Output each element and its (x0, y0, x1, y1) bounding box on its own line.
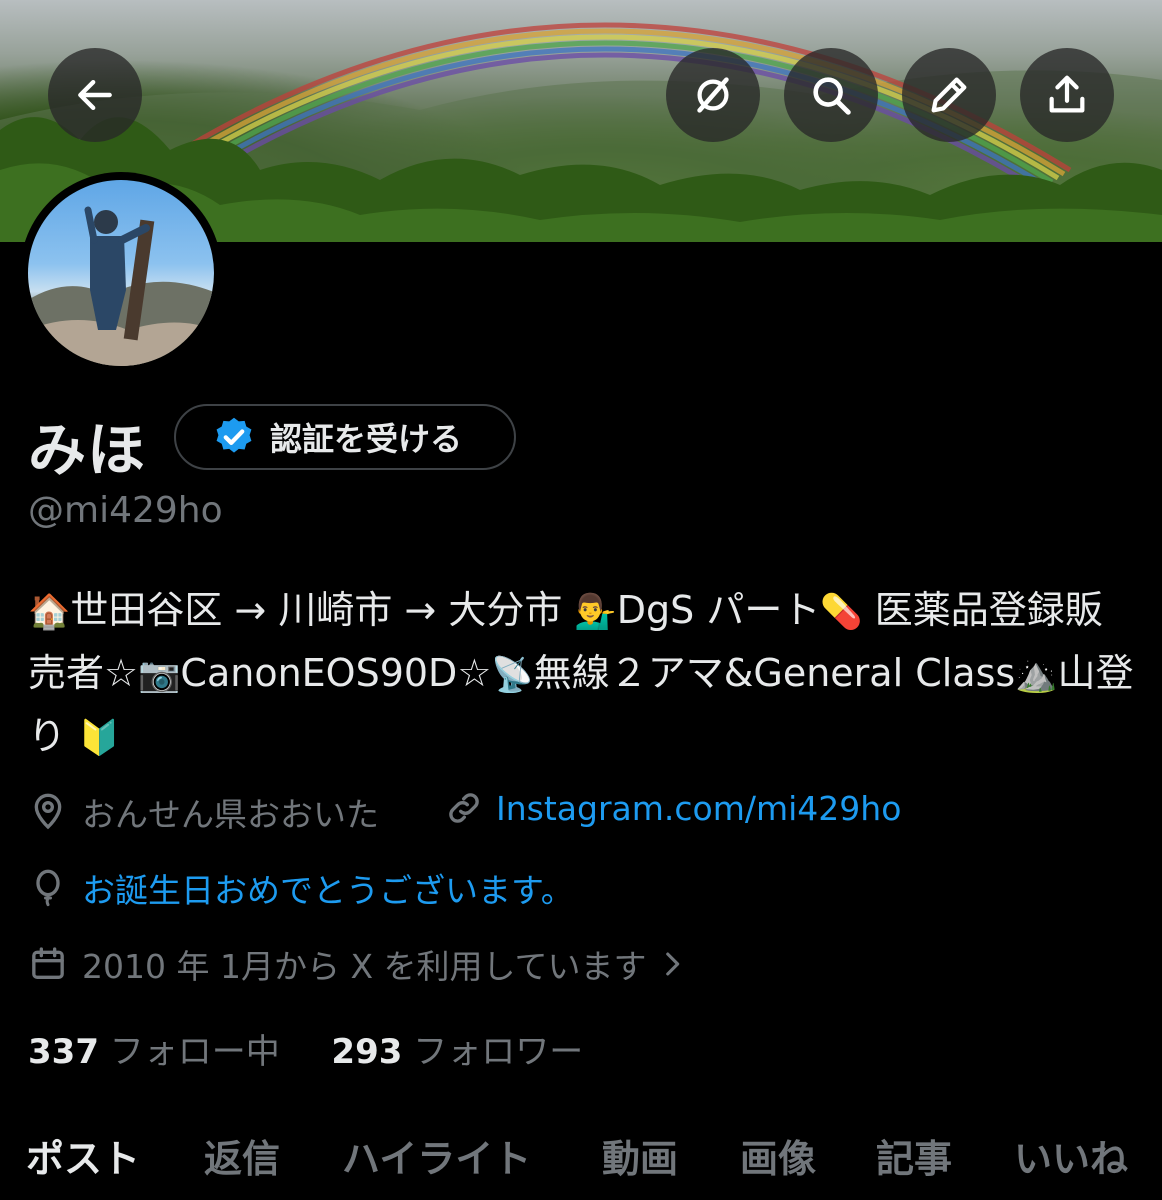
bio-text-4: CanonEOS90D☆ (180, 651, 492, 695)
follow-stats: 337 フォロー中 293 フォロワー (28, 1024, 583, 1073)
verified-badge-icon (216, 417, 252, 453)
followers-label: フォロワー (413, 1032, 584, 1072)
camera-emoji-icon: 📷 (138, 655, 181, 695)
bio-text-1: 世田谷区 → 川崎市 → 大分市 (70, 588, 575, 632)
birthday-row: お誕生日おめでとうございます。 (28, 864, 574, 912)
joined-row[interactable]: 2010 年 1月から X を利用しています (28, 940, 689, 988)
edit-button[interactable] (902, 48, 996, 142)
search-button[interactable] (784, 48, 878, 142)
profile-tabs: ポスト 返信 ハイライト 動画 画像 記事 いいね (0, 1128, 1162, 1188)
tab-images[interactable]: 画像 (740, 1128, 816, 1183)
tab-videos[interactable]: 動画 (602, 1128, 678, 1183)
profile-handle: @mi429ho (28, 490, 223, 531)
share-icon (1049, 75, 1085, 113)
tab-highlights[interactable]: ハイライト (342, 1128, 531, 1183)
arrow-left-icon (78, 79, 112, 111)
house-emoji-icon: 🏠 (28, 592, 71, 632)
search-icon (813, 77, 851, 115)
satellite-antenna-emoji-icon: 📡 (491, 655, 534, 695)
balloon-icon (36, 869, 60, 907)
followers-link[interactable]: 293 フォロワー (331, 1032, 583, 1072)
chevron-right-icon (665, 952, 679, 976)
avatar-image (28, 180, 214, 366)
website-row[interactable]: Instagram.com/mi429ho (444, 788, 901, 828)
tab-articles[interactable]: 記事 (876, 1128, 952, 1183)
following-link[interactable]: 337 フォロー中 (28, 1032, 280, 1072)
share-button[interactable] (1020, 48, 1114, 142)
back-button[interactable] (48, 48, 142, 142)
pencil-icon (931, 77, 967, 113)
location-text: おんせん県おおいた (82, 795, 379, 834)
bio-text-5: 無線２アマ&General Class (533, 651, 1016, 695)
pill-emoji-icon: 💊 (820, 592, 863, 632)
calendar-icon (32, 947, 64, 979)
bio-text-2: DgS パート (616, 588, 821, 632)
joined-text: 2010 年 1月から X を利用しています (82, 947, 647, 986)
avatar[interactable] (20, 172, 222, 374)
profile-bio: 🏠世田谷区 → 川崎市 → 大分市 💁‍♂️DgS パート💊 医薬品登録販売者☆… (28, 580, 1138, 769)
person-tipping-hand-emoji-icon: 💁‍♂️ (574, 592, 617, 632)
followers-count: 293 (331, 1032, 403, 1072)
location-pin-icon (34, 793, 62, 830)
birthday-text[interactable]: お誕生日おめでとうございます。 (82, 864, 574, 912)
grok-icon (697, 77, 729, 113)
location-row: おんせん県おおいた (28, 788, 379, 836)
tab-posts[interactable]: ポスト (26, 1128, 140, 1183)
following-label: フォロー中 (109, 1032, 280, 1072)
tab-replies[interactable]: 返信 (204, 1128, 280, 1183)
grok-button[interactable] (666, 48, 760, 142)
website-link[interactable]: Instagram.com/mi429ho (496, 789, 901, 828)
beginner-mark-emoji-icon: 🔰 (78, 718, 121, 758)
link-icon (449, 793, 479, 823)
mountain-emoji-icon: ⛰️ (1015, 655, 1058, 695)
tab-likes[interactable]: いいね (1014, 1128, 1128, 1183)
following-count: 337 (28, 1032, 99, 1072)
profile-name: みほ (28, 416, 147, 484)
get-verified-button[interactable]: 認証を受ける (174, 404, 516, 470)
get-verified-label: 認証を受ける (270, 420, 463, 458)
